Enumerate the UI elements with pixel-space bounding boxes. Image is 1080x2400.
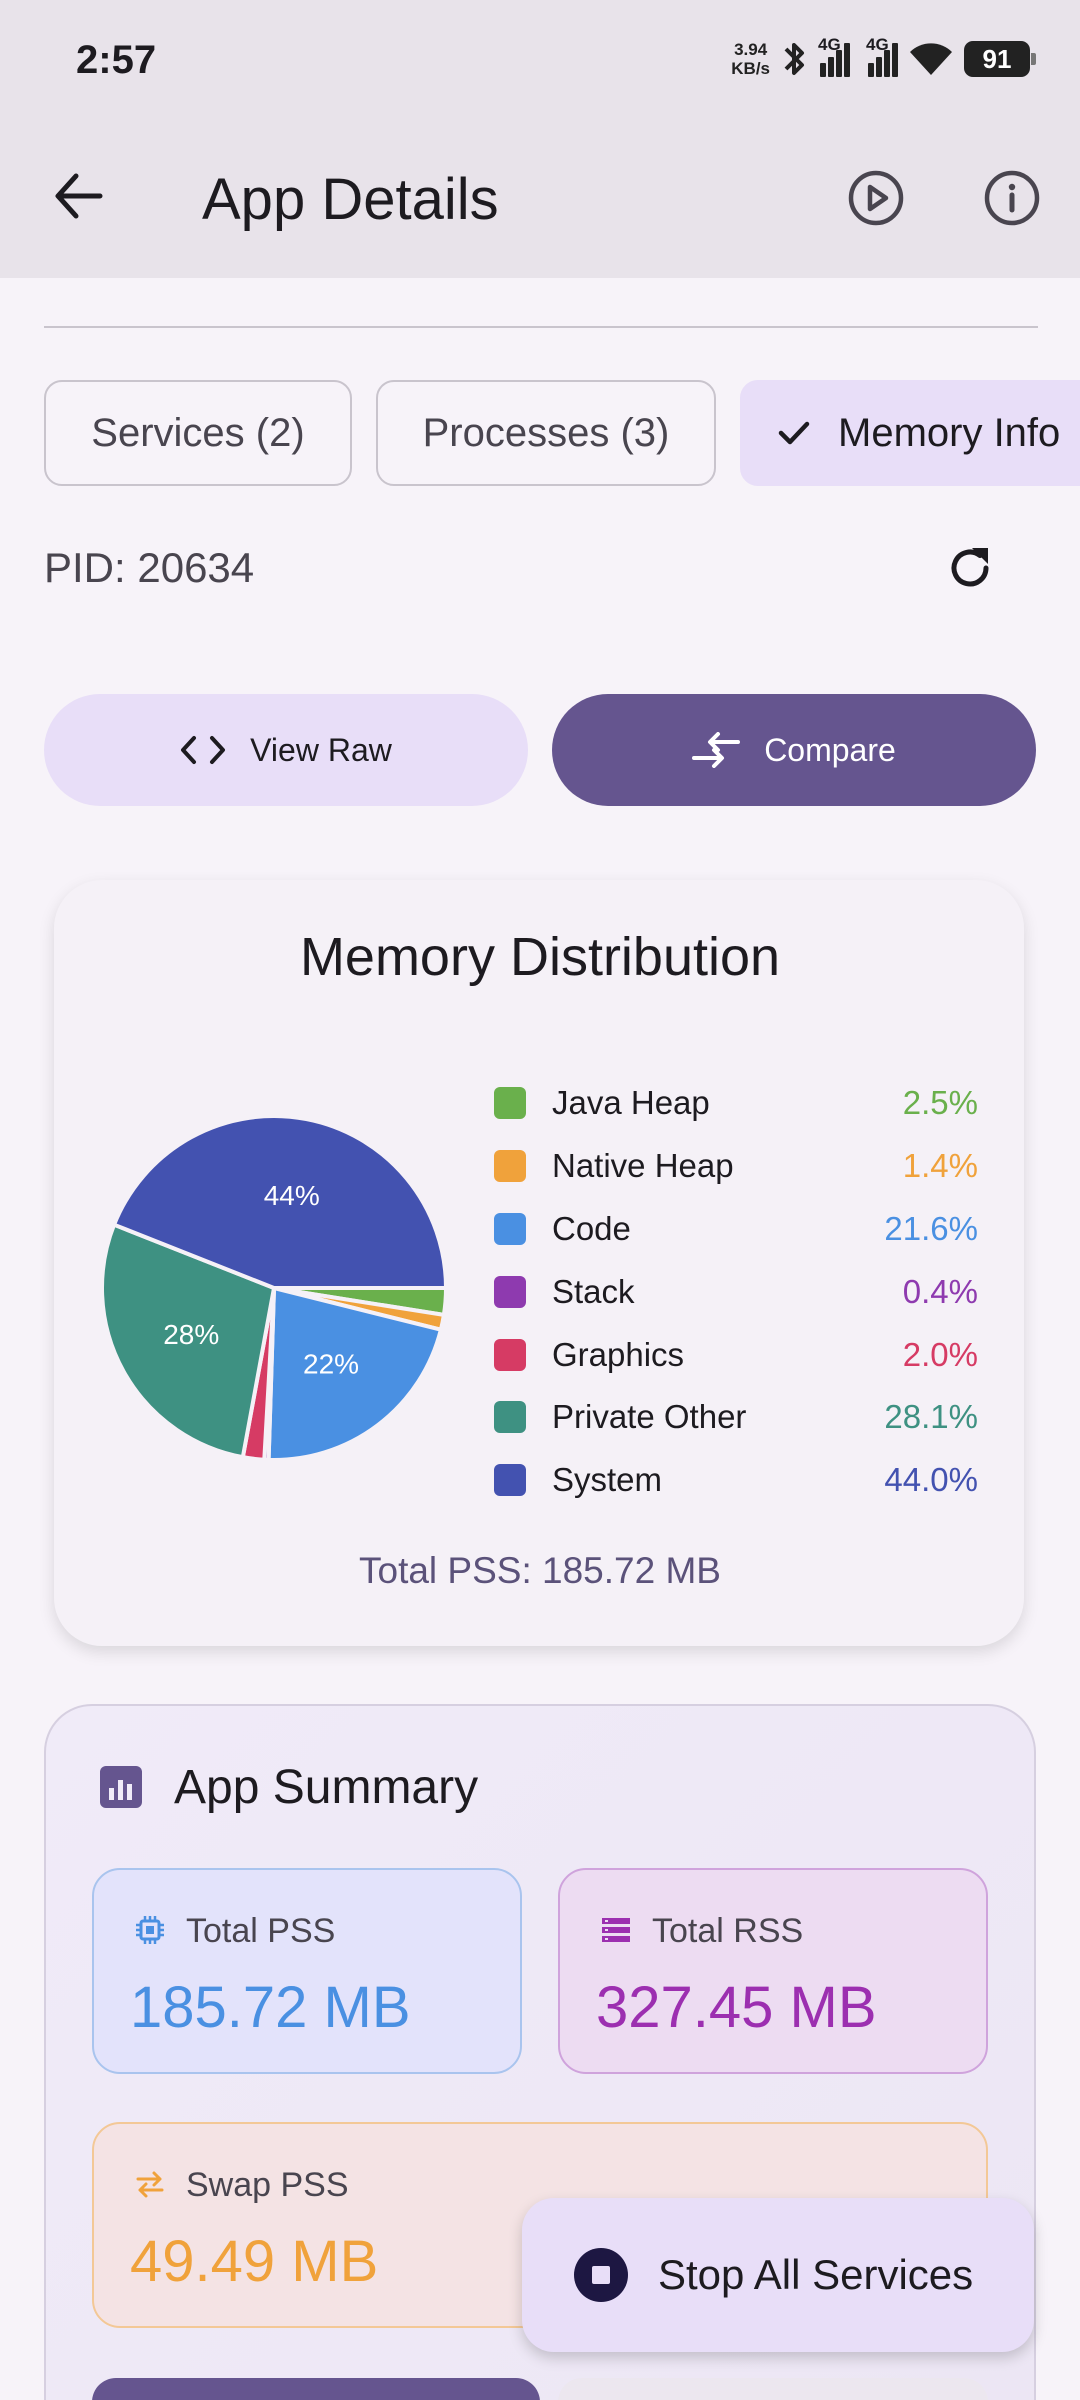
swap-pss-value: 49.49 MB bbox=[130, 2229, 379, 2294]
legend-swatch bbox=[494, 1338, 526, 1371]
pid-label: PID: 20634 bbox=[44, 544, 255, 591]
legend-value: 1.4% bbox=[902, 1147, 978, 1185]
legend-label: Graphics bbox=[552, 1335, 685, 1373]
total-pss-value: 185.72 MB bbox=[130, 1975, 411, 2040]
total-rss-value: 327.45 MB bbox=[596, 1975, 877, 2040]
summary-tab-partial-2[interactable] bbox=[558, 2378, 988, 2400]
tab-services[interactable]: Services (2) bbox=[44, 380, 352, 486]
signal-icon: 4G bbox=[818, 35, 850, 77]
total-pss-label: Total PSS bbox=[186, 1912, 336, 1950]
total-rss-label: Total RSS bbox=[652, 1912, 804, 1950]
legend-value: 44.0% bbox=[884, 1461, 978, 1499]
bluetooth-icon bbox=[784, 43, 804, 75]
legend-item-stack: Stack 0.4% bbox=[494, 1260, 978, 1323]
total-rss-tile: Total RSS 327.45 MB bbox=[558, 1868, 988, 2074]
total-pss-footer: Total PSS: 185.72 MB bbox=[359, 1550, 721, 1591]
tab-memory-info-label: Memory Info bbox=[838, 410, 1061, 455]
legend-item-code: Code 21.6% bbox=[494, 1198, 978, 1261]
storage-icon bbox=[602, 1918, 630, 1942]
summary-title: App Summary bbox=[174, 1761, 479, 1814]
memory-pie-chart: 22% 28% 44% bbox=[100, 1114, 449, 1462]
compare-button[interactable]: Compare bbox=[552, 694, 1036, 806]
legend-value: 2.5% bbox=[902, 1084, 978, 1122]
legend-label: Stack bbox=[552, 1272, 635, 1310]
legend-label: Private Other bbox=[552, 1398, 747, 1436]
tab-processes[interactable]: Processes (3) bbox=[376, 380, 716, 486]
legend-value: 21.6% bbox=[884, 1209, 978, 1247]
bar-chart-icon bbox=[100, 1766, 142, 1808]
info-icon[interactable] bbox=[982, 168, 1042, 228]
pie-slice-label-code: 22% bbox=[303, 1348, 359, 1379]
swap-arrows-icon bbox=[136, 2171, 164, 2198]
check-icon bbox=[778, 421, 810, 445]
pie-slice-label-system: 44% bbox=[264, 1180, 320, 1211]
legend-swatch bbox=[494, 1087, 526, 1120]
legend-swatch bbox=[494, 1150, 526, 1183]
refresh-icon[interactable] bbox=[942, 540, 998, 596]
legend-value: 0.4% bbox=[902, 1272, 978, 1310]
stop-all-services-label: Stop All Services bbox=[658, 2251, 974, 2298]
network-speed: 3.94 KB/s bbox=[731, 40, 770, 78]
compare-label: Compare bbox=[764, 731, 896, 768]
stop-circle-icon bbox=[574, 2248, 628, 2302]
view-raw-label: View Raw bbox=[250, 731, 392, 768]
legend-label: Native Heap bbox=[552, 1147, 734, 1185]
summary-tab-partial[interactable] bbox=[92, 2378, 540, 2400]
legend-item-native-heap: Native Heap 1.4% bbox=[494, 1135, 978, 1198]
legend-item-graphics: Graphics 2.0% bbox=[494, 1323, 978, 1386]
signal-icon: 4G bbox=[866, 35, 898, 77]
compare-arrows-icon bbox=[692, 732, 741, 768]
swap-pss-label: Swap PSS bbox=[186, 2166, 349, 2204]
status-time: 2:57 bbox=[76, 38, 157, 82]
status-icons: 3.94 KB/s 4G 4G 91 bbox=[731, 34, 1036, 84]
memory-chip-icon bbox=[136, 1916, 164, 1944]
wifi-icon bbox=[910, 43, 952, 75]
legend-swatch bbox=[494, 1275, 526, 1308]
page-title: App Details bbox=[202, 167, 499, 232]
legend-item-system: System 44.0% bbox=[494, 1449, 978, 1512]
legend-item-private-other: Private Other 28.1% bbox=[494, 1386, 978, 1449]
legend-value: 28.1% bbox=[884, 1398, 978, 1436]
legend-item-java-heap: Java Heap 2.5% bbox=[494, 1072, 978, 1135]
legend-label: System bbox=[552, 1461, 663, 1499]
legend-swatch bbox=[494, 1212, 526, 1245]
battery-icon: 91 bbox=[964, 41, 1036, 77]
legend-swatch bbox=[494, 1464, 526, 1497]
play-circle-icon[interactable] bbox=[846, 168, 906, 228]
pie-slice-label-private-other: 28% bbox=[163, 1319, 219, 1350]
tab-memory-info[interactable]: Memory Info bbox=[740, 380, 1080, 486]
chart-legend: Java Heap 2.5% Native Heap 1.4% Code 21.6% Sta… bbox=[494, 1072, 978, 1512]
divider bbox=[44, 326, 1038, 328]
total-pss-tile: Total PSS 185.72 MB bbox=[92, 1868, 522, 2074]
view-raw-button[interactable]: View Raw bbox=[44, 694, 528, 806]
back-arrow-icon[interactable] bbox=[46, 164, 110, 228]
legend-label: Java Heap bbox=[552, 1084, 710, 1122]
stop-all-services-button[interactable]: Stop All Services bbox=[522, 2198, 1034, 2352]
code-icon bbox=[181, 736, 226, 764]
legend-swatch bbox=[494, 1401, 526, 1434]
legend-label: Code bbox=[552, 1209, 631, 1247]
chart-title: Memory Distribution bbox=[299, 927, 781, 987]
legend-value: 2.0% bbox=[902, 1335, 978, 1373]
